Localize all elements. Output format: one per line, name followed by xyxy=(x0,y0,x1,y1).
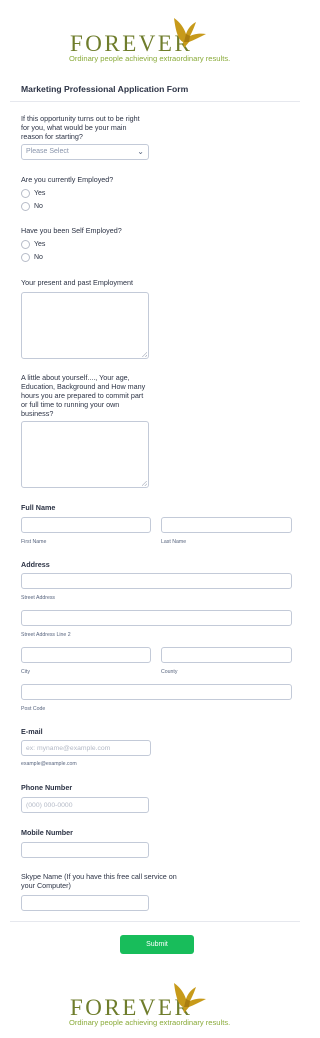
chevron-down-icon: ⌄ xyxy=(137,147,144,156)
phone-input[interactable]: (000) 000-0000 xyxy=(21,797,149,813)
skype-input[interactable] xyxy=(21,895,149,911)
email-placeholder: ex: myname@example.com xyxy=(26,744,111,752)
mobile-input[interactable] xyxy=(21,842,149,858)
street-address-sublabel: Street Address xyxy=(21,595,56,601)
address-label: Address xyxy=(21,560,50,569)
reason-select-value: Please Select xyxy=(26,148,69,155)
radio-label: Yes xyxy=(34,189,46,197)
city-sublabel: City xyxy=(21,669,30,675)
logo-tagline: Ordinary people achieving extraordinary … xyxy=(69,1018,231,1027)
title-divider xyxy=(10,101,300,102)
radio-label: Yes xyxy=(34,240,46,248)
about-textarea[interactable] xyxy=(21,421,149,488)
form-title: Marketing Professional Application Form xyxy=(21,84,189,94)
self-employed-question-label: Have you been Self Employed? xyxy=(21,226,122,235)
submit-button[interactable]: Submit xyxy=(120,935,194,954)
street-address-2-input[interactable] xyxy=(21,610,292,626)
county-input[interactable] xyxy=(161,647,292,663)
post-code-input[interactable] xyxy=(21,684,292,700)
resize-handle-icon[interactable] xyxy=(142,481,147,486)
last-name-sublabel: Last Name xyxy=(161,539,187,545)
city-input[interactable] xyxy=(21,647,151,663)
employment-textarea[interactable] xyxy=(21,292,149,359)
mobile-label: Mobile Number xyxy=(21,828,73,837)
first-name-sublabel: First Name xyxy=(21,539,47,545)
employed-option-no[interactable]: No xyxy=(21,201,43,211)
employment-question-label: Your present and past Employment xyxy=(21,278,134,287)
opportunity-question-label: If this opportunity turns out to be righ… xyxy=(21,114,140,141)
radio-label: No xyxy=(34,202,43,210)
self-employed-option-no[interactable]: No xyxy=(21,252,43,262)
radio-button[interactable] xyxy=(21,201,30,211)
email-label: E-mail xyxy=(21,727,43,736)
logo-tagline: Ordinary people achieving extraordinary … xyxy=(69,54,231,63)
email-sublabel: example@example.com xyxy=(21,761,77,767)
eagle-icon xyxy=(174,18,206,48)
reason-select[interactable]: Please Select ⌄ xyxy=(21,144,149,160)
radio-button[interactable] xyxy=(21,239,30,249)
submit-divider xyxy=(10,921,300,922)
post-code-sublabel: Post Code xyxy=(21,706,46,712)
radio-button[interactable] xyxy=(21,252,30,262)
email-input[interactable]: ex: myname@example.com xyxy=(21,740,151,756)
street-address-input[interactable] xyxy=(21,573,292,589)
self-employed-option-yes[interactable]: Yes xyxy=(21,239,45,249)
first-name-input[interactable] xyxy=(21,517,151,533)
employed-question-label: Are you currently Employed? xyxy=(21,175,114,184)
radio-label: No xyxy=(34,253,43,261)
full-name-label: Full Name xyxy=(21,503,56,512)
eagle-icon xyxy=(174,983,206,1013)
county-sublabel: County xyxy=(161,669,178,675)
phone-label: Phone Number xyxy=(21,783,73,792)
employed-option-yes[interactable]: Yes xyxy=(21,188,45,198)
skype-label: Skype Name (If you have this free call s… xyxy=(21,872,177,890)
about-question-label: A little about yourself...., Your age, E… xyxy=(21,373,146,418)
street-address-2-sublabel: Street Address Line 2 xyxy=(21,632,71,638)
resize-handle-icon[interactable] xyxy=(142,352,147,357)
last-name-input[interactable] xyxy=(161,517,292,533)
phone-placeholder: (000) 000-0000 xyxy=(26,801,73,809)
radio-button[interactable] xyxy=(21,188,30,198)
